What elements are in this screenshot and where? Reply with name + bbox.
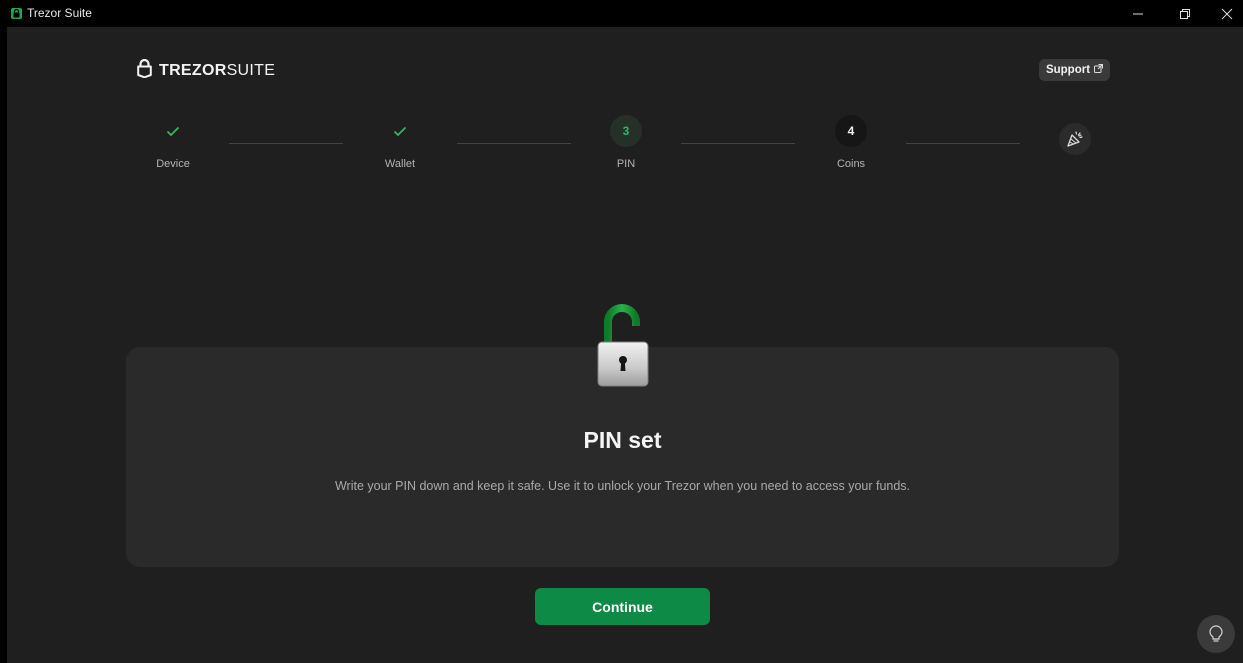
unlocked-padlock-icon bbox=[597, 304, 649, 393]
step-connector bbox=[229, 143, 343, 144]
support-label: Support bbox=[1045, 64, 1091, 76]
step-device-check-icon bbox=[157, 115, 189, 147]
step-label-device: Device bbox=[156, 158, 190, 170]
trezor-suite-logo: TREZOR SUITE bbox=[137, 58, 276, 83]
party-popper-icon bbox=[1059, 123, 1091, 155]
trezor-lock-icon bbox=[137, 58, 152, 83]
window-titlebar: Trezor Suite bbox=[0, 0, 1243, 27]
step-coins-number: 4 bbox=[835, 115, 867, 147]
step-connector bbox=[681, 143, 795, 144]
trezor-app-icon bbox=[11, 8, 22, 19]
step-label-wallet: Wallet bbox=[384, 158, 416, 170]
brand-name-trezor: TREZOR bbox=[159, 62, 227, 79]
brand-name-suite: SUITE bbox=[226, 62, 276, 79]
app-body: TREZOR SUITE Support Device Wallet 3 PIN… bbox=[7, 27, 1243, 663]
step-connector bbox=[457, 143, 571, 144]
window-title: Trezor Suite bbox=[27, 6, 92, 20]
step-connector bbox=[906, 143, 1020, 144]
close-button[interactable] bbox=[1206, 0, 1243, 27]
card-title: PIN set bbox=[583, 427, 662, 453]
external-link-icon bbox=[1094, 64, 1104, 76]
restore-button[interactable] bbox=[1164, 0, 1206, 27]
lightbulb-icon[interactable] bbox=[1197, 615, 1235, 653]
step-label-pin: PIN bbox=[616, 158, 636, 170]
minimize-button[interactable] bbox=[1117, 0, 1159, 27]
step-label-coins: Coins bbox=[836, 158, 866, 170]
continue-button[interactable]: Continue bbox=[535, 588, 710, 625]
step-wallet-check-icon bbox=[384, 115, 416, 147]
card-description: Write your PIN down and keep it safe. Us… bbox=[334, 479, 911, 493]
step-pin-number: 3 bbox=[610, 115, 642, 147]
support-button[interactable]: Support bbox=[1039, 59, 1110, 81]
